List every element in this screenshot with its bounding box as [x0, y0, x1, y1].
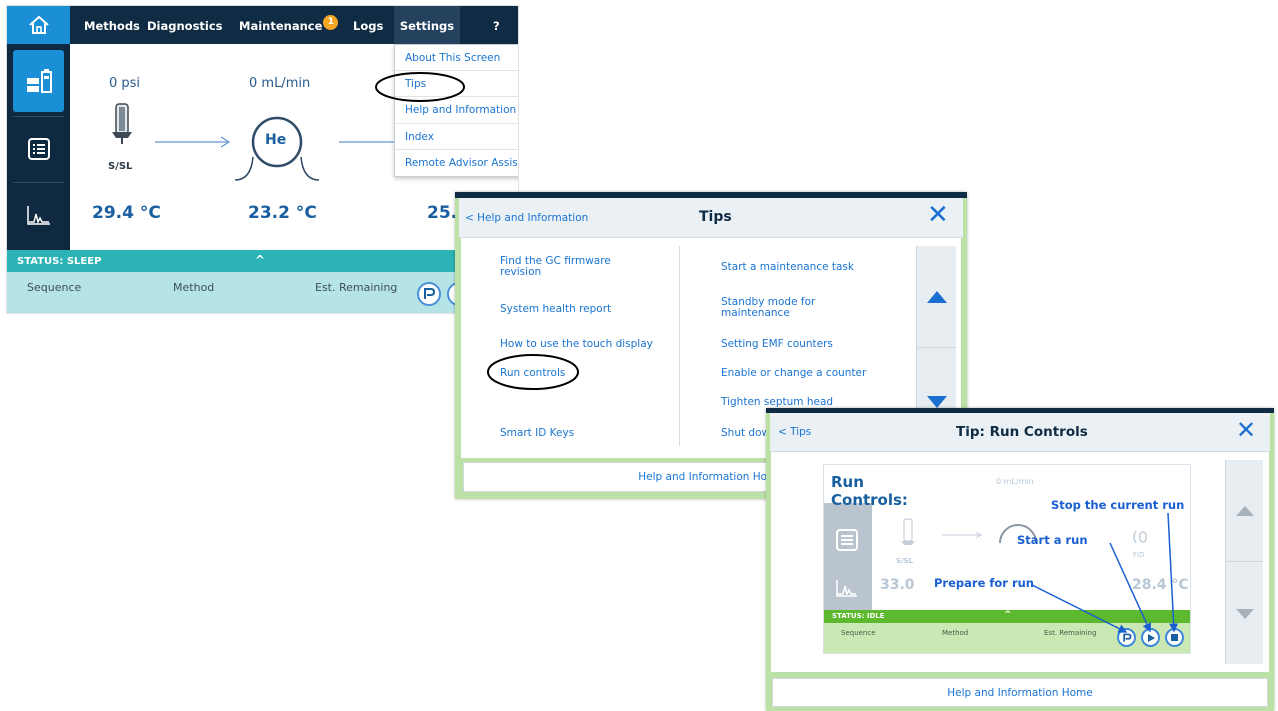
oven-temperature: 23.2 °C: [248, 203, 317, 223]
menu-item-remote-advisor-assist[interactable]: Remote Advisor Assist: [395, 150, 518, 176]
side-divider: [13, 116, 64, 117]
scroll-column: [1225, 460, 1263, 664]
nav-diagnostics[interactable]: Diagnostics: [147, 6, 223, 44]
close-icon[interactable]: ✕: [1236, 416, 1256, 444]
tip-link-smart-id-keys[interactable]: Smart ID Keys: [500, 428, 574, 439]
flow-arrow: [155, 136, 230, 148]
side-navigation: [7, 44, 70, 250]
instrument-view-button[interactable]: [13, 50, 64, 112]
settings-dropdown-menu: About This Screen Tips Help and Informat…: [394, 44, 518, 177]
scroll-up-button[interactable]: [917, 246, 956, 348]
column-flow-rate: 0 mL/min: [249, 76, 311, 91]
back-to-help-link[interactable]: < Help and Information: [465, 212, 588, 224]
inlet-temperature: 29.4 °C: [92, 203, 161, 223]
run-controls-illustration: Run Controls: 0 mL/min S/SL FID 33.0 28.…: [823, 464, 1191, 654]
notification-badge: 1: [323, 15, 339, 30]
tip-link-tighten-septum[interactable]: Tighten septum head: [721, 397, 833, 408]
inlet-pressure: 0 psi: [109, 76, 141, 91]
method-label: Method: [173, 281, 215, 294]
annotation-arrows: [1031, 512, 1179, 633]
highlight-ellipse: [487, 354, 579, 390]
tip-link-system-health[interactable]: System health report: [500, 304, 611, 315]
scroll-down-button[interactable]: [1226, 563, 1263, 664]
triangle-down-icon: [1235, 608, 1254, 619]
tip-link-enable-counter[interactable]: Enable or change a counter: [721, 368, 866, 379]
triangle-down-icon: [926, 395, 947, 408]
scroll-up-button[interactable]: [1226, 460, 1263, 562]
chromatogram-icon: [26, 206, 50, 225]
tip-link-emf-counters[interactable]: Setting EMF counters: [721, 339, 833, 350]
tip-body: Run Controls: 0 mL/min S/SL FID 33.0 28.…: [771, 452, 1269, 672]
est-remaining-label: Est. Remaining: [315, 281, 398, 294]
help-home-button[interactable]: Help and Information Home: [772, 678, 1268, 707]
prepare-run-icon: [424, 288, 436, 299]
nav-settings[interactable]: Settings: [394, 6, 460, 44]
side-divider: [13, 182, 64, 183]
run-controls-tip-panel: < Tips Tip: Run Controls ✕ Run Controls:…: [766, 408, 1274, 711]
tip-link-touch-display[interactable]: How to use the touch display: [500, 339, 653, 350]
tips-header: < Help and Information Tips ✕: [459, 198, 963, 238]
inlet-icon[interactable]: [107, 102, 137, 152]
triangle-up-icon: [926, 290, 947, 303]
highlight-ellipse: [375, 72, 465, 102]
run-info-bar: Sequence Method Est. Remaining: [7, 272, 518, 313]
close-icon[interactable]: ✕: [927, 200, 949, 230]
page-title: Tip: Run Controls: [956, 424, 1088, 440]
top-navigation-bar: Methods Diagnostics Maintenance 1 Logs Se…: [7, 6, 518, 44]
main-screen-panel: Methods Diagnostics Maintenance 1 Logs Se…: [6, 5, 519, 314]
nav-help[interactable]: ?: [493, 6, 500, 44]
tip-link-firmware-revision[interactable]: Find the GC firmware revision: [500, 256, 650, 278]
method-view-button[interactable]: [13, 118, 64, 180]
flow-arrow: [339, 141, 394, 143]
home-button[interactable]: [7, 6, 70, 44]
tip-link-standby-mode[interactable]: Standby mode for maintenance: [721, 297, 851, 319]
prepare-run-button[interactable]: [417, 282, 441, 306]
status-label: STATUS: SLEEP: [17, 256, 102, 267]
chevron-up-icon[interactable]: ^: [255, 253, 265, 267]
triangle-up-icon: [1235, 505, 1254, 516]
nav-maintenance-label: Maintenance: [239, 19, 323, 33]
inlet-label: S/SL: [108, 161, 133, 172]
nav-methods[interactable]: Methods: [84, 6, 140, 44]
status-bar[interactable]: STATUS: SLEEP ^: [7, 250, 518, 272]
tip-link-start-maintenance[interactable]: Start a maintenance task: [721, 262, 854, 273]
menu-item-index[interactable]: Index: [395, 124, 518, 150]
home-icon: [28, 15, 49, 34]
chromatogram-view-button[interactable]: [13, 184, 64, 246]
nav-logs[interactable]: Logs: [353, 6, 383, 44]
instrument-icon: [26, 69, 52, 93]
back-to-tips-link[interactable]: < Tips: [778, 426, 811, 438]
sequence-label: Sequence: [27, 281, 82, 294]
nav-maintenance[interactable]: Maintenance 1: [239, 6, 339, 44]
page-title: Tips: [699, 209, 732, 225]
list-icon: [27, 138, 50, 160]
carrier-gas-label: He: [265, 132, 287, 148]
menu-item-about-this-screen[interactable]: About This Screen: [395, 45, 518, 72]
tip-header: < Tips Tip: Run Controls ✕: [770, 413, 1270, 452]
column-divider: [679, 246, 680, 446]
